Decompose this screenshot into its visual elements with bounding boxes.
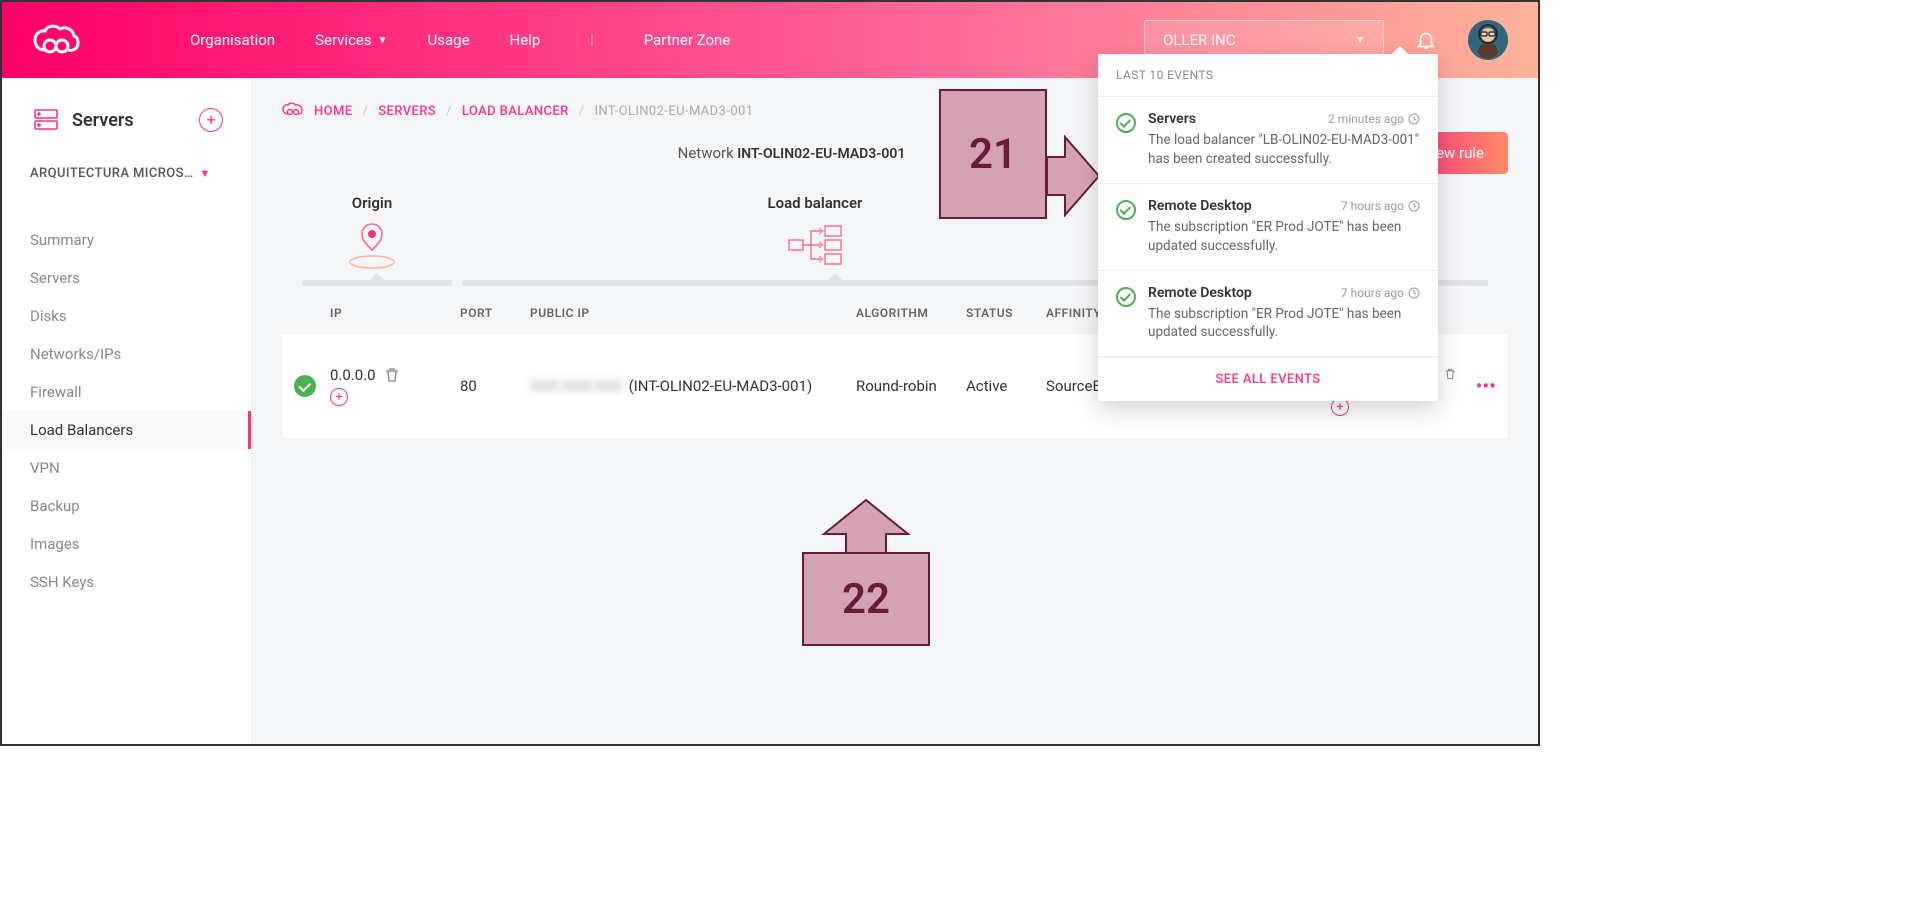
cell-algorithm: Round-robin <box>856 377 966 395</box>
sidebar-item-backup[interactable]: Backup <box>2 487 251 525</box>
nav-partner-zone[interactable]: Partner Zone <box>644 31 731 49</box>
project-selector-label: ARQUITECTURA MICROS… <box>30 166 194 181</box>
sidebar-item-images[interactable]: Images <box>2 525 251 563</box>
event-item[interactable]: Remote Desktop 7 hours ago The subscript… <box>1098 271 1438 358</box>
brand-logo[interactable] <box>32 22 80 58</box>
clock-icon <box>1408 113 1420 125</box>
event-time: 7 hours ago <box>1341 286 1420 300</box>
event-category: Remote Desktop <box>1148 285 1252 301</box>
success-icon <box>1116 200 1136 220</box>
arrow-up-icon <box>816 496 916 554</box>
nav-help[interactable]: Help <box>510 31 541 49</box>
cell-status: Active <box>966 377 1046 395</box>
cell-source-ip: 0.0.0.0 <box>330 366 376 384</box>
events-panel: LAST 10 EVENTS Servers 2 minutes ago The… <box>1098 54 1438 401</box>
event-item[interactable]: Servers 2 minutes ago The load balancer … <box>1098 97 1438 184</box>
chevron-down-icon: ▼ <box>1355 35 1365 46</box>
arrow-right-icon <box>1047 133 1101 219</box>
add-button[interactable]: + <box>199 108 223 132</box>
project-selector[interactable]: ARQUITECTURA MICROS… ▼ <box>2 152 251 191</box>
trash-icon[interactable] <box>384 367 400 383</box>
sidebar-item-vpn[interactable]: VPN <box>2 449 251 487</box>
sidebar-title: Servers <box>72 110 134 131</box>
network-value: INT-OLIN02-EU-MAD3-001 <box>737 146 905 162</box>
event-time: 2 minutes ago <box>1328 112 1420 126</box>
top-nav: Organisation Services▼ Usage Help | Part… <box>190 31 730 49</box>
flow-load-balancer: Load balancer <box>768 194 863 270</box>
sidebar-item-load-balancers[interactable]: Load Balancers <box>2 411 251 449</box>
row-actions-button[interactable]: ••• <box>1456 374 1496 398</box>
breadcrumb-servers[interactable]: SERVERS <box>378 104 436 119</box>
breadcrumb-load-balancer[interactable]: LOAD BALANCER <box>462 104 569 119</box>
events-panel-title: LAST 10 EVENTS <box>1098 54 1438 97</box>
chevron-down-icon: ▼ <box>200 167 211 180</box>
servers-icon <box>34 109 58 131</box>
event-message: The load balancer "LB-OLIN02-EU-MAD3-001… <box>1148 131 1420 169</box>
col-port: PORT <box>460 306 530 320</box>
col-ip: IP <box>330 306 460 320</box>
col-pubip: PUBLIC IP <box>530 306 856 320</box>
network-label: Network <box>678 144 734 162</box>
success-icon <box>1116 287 1136 307</box>
flow-origin: Origin <box>342 194 402 270</box>
annotation-21: 21 <box>939 89 1101 219</box>
cell-port: 80 <box>460 377 530 395</box>
org-selector-label: OLLER INC <box>1163 31 1236 49</box>
cloud-icon <box>282 102 304 120</box>
sidebar-item-firewall[interactable]: Firewall <box>2 373 251 411</box>
event-item[interactable]: Remote Desktop 7 hours ago The subscript… <box>1098 184 1438 271</box>
user-avatar[interactable] <box>1468 20 1508 60</box>
col-alg: ALGORITHM <box>856 306 966 320</box>
load-balancer-icon <box>785 220 845 270</box>
event-category: Remote Desktop <box>1148 198 1252 214</box>
bell-icon <box>1415 29 1437 51</box>
cell-public-ip-name: (INT-OLIN02-EU-MAD3-001) <box>629 377 813 395</box>
breadcrumb-home[interactable]: HOME <box>314 104 353 119</box>
annotation-22: 22 <box>802 496 930 646</box>
clock-icon <box>1408 287 1420 299</box>
cell-public-ip-masked: XXX.XXX.XXX <box>530 377 623 395</box>
nav-usage[interactable]: Usage <box>428 31 470 49</box>
sidebar: Servers + ARQUITECTURA MICROS… ▼ Summary… <box>2 78 252 744</box>
success-icon <box>1116 113 1136 133</box>
sidebar-item-summary[interactable]: Summary <box>2 221 251 259</box>
event-category: Servers <box>1148 111 1196 127</box>
sidebar-item-disks[interactable]: Disks <box>2 297 251 335</box>
clock-icon <box>1408 200 1420 212</box>
status-check-icon <box>294 375 316 397</box>
sidebar-item-networks[interactable]: Networks/IPs <box>2 335 251 373</box>
sidebar-item-ssh-keys[interactable]: SSH Keys <box>2 563 251 601</box>
event-message: The subscription "ER Prod JOTE" has been… <box>1148 305 1420 343</box>
event-time: 7 hours ago <box>1341 199 1420 213</box>
event-message: The subscription "ER Prod JOTE" has been… <box>1148 218 1420 256</box>
add-ip-button[interactable]: + <box>330 388 348 406</box>
sidebar-nav: Summary Servers Disks Networks/IPs Firew… <box>2 191 251 601</box>
see-all-events-button[interactable]: SEE ALL EVENTS <box>1098 357 1438 401</box>
trash-icon[interactable] <box>1444 366 1456 382</box>
breadcrumb-current: INT-OLIN02-EU-MAD3-001 <box>594 104 753 119</box>
sidebar-item-servers[interactable]: Servers <box>2 259 251 297</box>
origin-icon <box>342 220 402 270</box>
nav-divider: | <box>590 32 593 48</box>
nav-services[interactable]: Services▼ <box>315 31 387 49</box>
chevron-down-icon: ▼ <box>378 35 388 46</box>
nav-organisation[interactable]: Organisation <box>190 31 275 49</box>
col-status: STATUS <box>966 306 1046 320</box>
